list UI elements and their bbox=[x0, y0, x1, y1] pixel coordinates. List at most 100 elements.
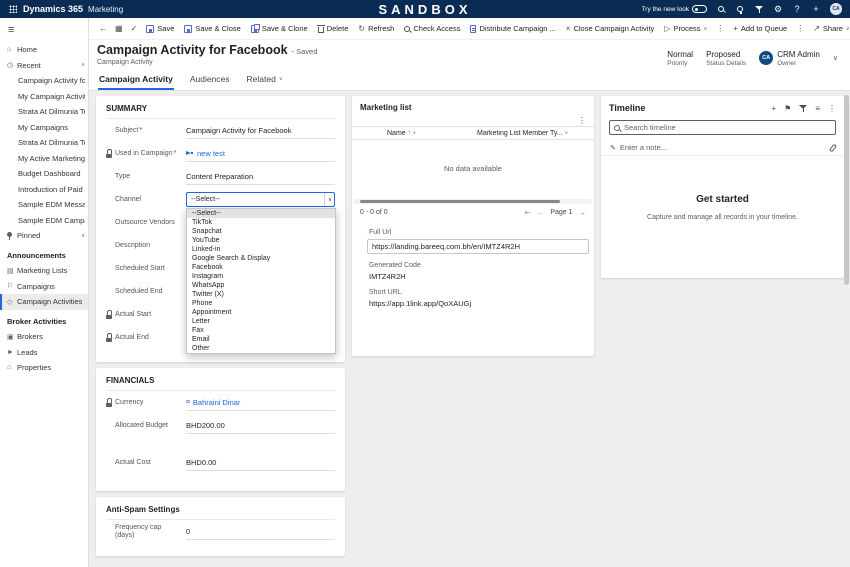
channel-option[interactable]: WhatsApp bbox=[187, 281, 335, 290]
channel-option[interactable]: Twitter (X) bbox=[187, 290, 335, 299]
command-button[interactable]: ✓ bbox=[127, 18, 142, 40]
sidebar-item[interactable]: My Campaign Activit... bbox=[0, 89, 88, 105]
lightbulb-button[interactable] bbox=[735, 6, 745, 12]
page-prev-icon[interactable]: ← bbox=[537, 208, 545, 217]
field-value[interactable]: BHD0.00 ∨ bbox=[186, 455, 335, 471]
scrollbar-thumb[interactable] bbox=[360, 200, 560, 203]
page-scrollbar[interactable] bbox=[844, 95, 849, 565]
channel-option[interactable]: Email bbox=[187, 335, 335, 344]
filter-button[interactable] bbox=[754, 5, 764, 13]
sidebar-item[interactable]: ◷ Recent ∧ bbox=[0, 58, 88, 74]
field-value[interactable]: new test ∨ bbox=[186, 146, 335, 162]
waffle-menu-button[interactable] bbox=[8, 5, 18, 13]
toggle-switch[interactable] bbox=[692, 5, 707, 13]
share-button[interactable]: ↗ Share ∨ bbox=[808, 18, 850, 40]
user-avatar[interactable]: CA bbox=[830, 3, 842, 15]
horizontal-scrollbar[interactable] bbox=[354, 199, 592, 204]
sidebar-item[interactable]: ▣ Brokers bbox=[0, 329, 88, 345]
sidebar-item[interactable]: My Active Marketing... bbox=[0, 151, 88, 167]
channel-option[interactable]: Facebook bbox=[187, 263, 335, 272]
channel-option[interactable]: Fax bbox=[187, 326, 335, 335]
chevron-down-icon[interactable]: ∨ bbox=[833, 54, 838, 62]
channel-option[interactable]: Snapchat bbox=[187, 227, 335, 236]
command-button[interactable]: Save & Clone bbox=[246, 18, 313, 40]
field-value[interactable]: --Select-- ∨ bbox=[186, 192, 335, 207]
channel-option[interactable]: Google Search & Display bbox=[187, 254, 335, 263]
timeline-search-input[interactable] bbox=[624, 123, 831, 132]
sidebar-item[interactable]: Strata At Dilmunia Te... bbox=[0, 135, 88, 151]
command-button[interactable]: ▦ bbox=[111, 18, 127, 40]
command-button[interactable]: Save & Close bbox=[179, 18, 245, 40]
filter-icon[interactable] bbox=[799, 104, 807, 112]
owner-field[interactable]: CA CRM Admin Owner bbox=[759, 50, 820, 67]
page-scrollbar-thumb[interactable] bbox=[844, 95, 849, 285]
command-button[interactable]: ▷ Process ∨ bbox=[659, 18, 712, 40]
channel-option[interactable]: Appointment bbox=[187, 308, 335, 317]
command-button[interactable]: Save bbox=[141, 18, 179, 40]
sidebar-item[interactable]: Broker Activities bbox=[0, 314, 88, 330]
new-look-toggle[interactable]: Try the new look bbox=[642, 5, 707, 13]
sidebar-item[interactable]: ► Leads bbox=[0, 345, 88, 361]
channel-option[interactable]: Linked-in bbox=[187, 245, 335, 254]
page-first-icon[interactable]: ⇤ bbox=[525, 208, 531, 217]
sidebar-item[interactable]: Campaign Activity for... bbox=[0, 73, 88, 89]
command-button[interactable]: ⋮ bbox=[712, 18, 728, 40]
overflow-icon[interactable]: ⋮ bbox=[578, 116, 586, 125]
sidebar-item[interactable]: ▤ Marketing Lists bbox=[0, 263, 88, 279]
sidebar-item[interactable]: ◇ Campaign Activities bbox=[0, 294, 88, 310]
form-tab[interactable]: Audiences bbox=[189, 74, 231, 90]
command-button[interactable]: Check Access bbox=[399, 18, 465, 40]
sidebar-collapse-button[interactable]: ≡ bbox=[0, 18, 88, 42]
field-value[interactable]: BHD200.00 ∨ bbox=[186, 418, 335, 434]
command-button[interactable]: ← bbox=[95, 18, 111, 40]
field-value[interactable]: Content Preparation ∨ bbox=[186, 169, 335, 185]
command-button[interactable]: × Close Campaign Activity bbox=[561, 18, 660, 40]
timeline-note-input[interactable]: ✎ Enter a note... bbox=[601, 140, 844, 156]
channel-option[interactable]: YouTube bbox=[187, 236, 335, 245]
plus-icon[interactable]: + bbox=[771, 104, 776, 113]
settings-button[interactable]: ⚙ bbox=[773, 4, 783, 15]
sidebar-item[interactable]: ⚐ Campaigns bbox=[0, 279, 88, 295]
app-title[interactable]: Dynamics 365 bbox=[23, 4, 83, 14]
sidebar-item[interactable]: Pinned ∨ bbox=[0, 228, 88, 244]
command-button[interactable]: + Add to Queue bbox=[728, 18, 792, 40]
list-icon[interactable]: ≡ bbox=[815, 104, 820, 113]
field-value[interactable]: 0 ∨ bbox=[186, 524, 335, 540]
channel-option[interactable]: Phone bbox=[187, 299, 335, 308]
command-button[interactable]: Delete bbox=[313, 18, 354, 40]
help-button[interactable]: ? bbox=[792, 4, 802, 14]
sidebar-item[interactable]: Strata At Dilmunia Te... bbox=[0, 104, 88, 120]
search-button[interactable] bbox=[716, 6, 726, 12]
sidebar-item[interactable]: ⌂ Properties bbox=[0, 360, 88, 376]
channel-option[interactable]: TikTok bbox=[187, 218, 335, 227]
sidebar-item[interactable]: Announcements bbox=[0, 248, 88, 264]
bookmark-icon[interactable]: ⚑ bbox=[784, 104, 791, 113]
column-header-member-type[interactable]: Marketing List Member Ty... ∨ bbox=[477, 130, 594, 137]
sidebar-item[interactable]: ⌂ Home bbox=[0, 42, 88, 58]
command-button[interactable]: ↻ Refresh bbox=[353, 18, 399, 40]
channel-option[interactable]: --Select-- bbox=[187, 209, 335, 218]
full-url-input[interactable]: https://landing.bareeq.com.bh/en/IMTZ4R2… bbox=[367, 239, 589, 254]
priority-field[interactable]: Normal Priority bbox=[667, 50, 693, 67]
sidebar-item[interactable]: Budget Dashboard bbox=[0, 166, 88, 182]
form-tab[interactable]: Related ∨ bbox=[246, 74, 284, 90]
paperclip-icon[interactable] bbox=[829, 143, 837, 152]
app-area[interactable]: Marketing bbox=[88, 5, 123, 14]
sidebar-item[interactable]: My Campaigns bbox=[0, 120, 88, 136]
channel-option[interactable]: Other bbox=[187, 344, 335, 353]
command-button[interactable]: Distribute Campaign ... bbox=[465, 18, 560, 40]
field-value[interactable]: ¤ Bahraini Dinar ∨ bbox=[186, 395, 335, 411]
form-tab[interactable]: Campaign Activity bbox=[98, 74, 174, 90]
channel-option[interactable]: Letter bbox=[187, 317, 335, 326]
sidebar-item[interactable]: Sample EDM Campai... bbox=[0, 213, 88, 229]
command-button[interactable]: ⋮ bbox=[792, 18, 808, 40]
overflow-icon[interactable]: ⋮ bbox=[828, 104, 836, 113]
sidebar-item[interactable]: Sample EDM Message bbox=[0, 197, 88, 213]
field-value[interactable]: Campaign Activity for Facebook ∨ bbox=[186, 123, 335, 139]
page-next-icon[interactable]: → bbox=[579, 208, 587, 217]
quick-create-button[interactable]: + bbox=[811, 4, 821, 14]
column-header-name[interactable]: Name ↑ ∨ bbox=[352, 130, 477, 137]
channel-option[interactable]: Instagram bbox=[187, 272, 335, 281]
sidebar-item[interactable]: Introduction of Paid ... bbox=[0, 182, 88, 198]
status-field[interactable]: Proposed Status Details bbox=[706, 50, 746, 67]
